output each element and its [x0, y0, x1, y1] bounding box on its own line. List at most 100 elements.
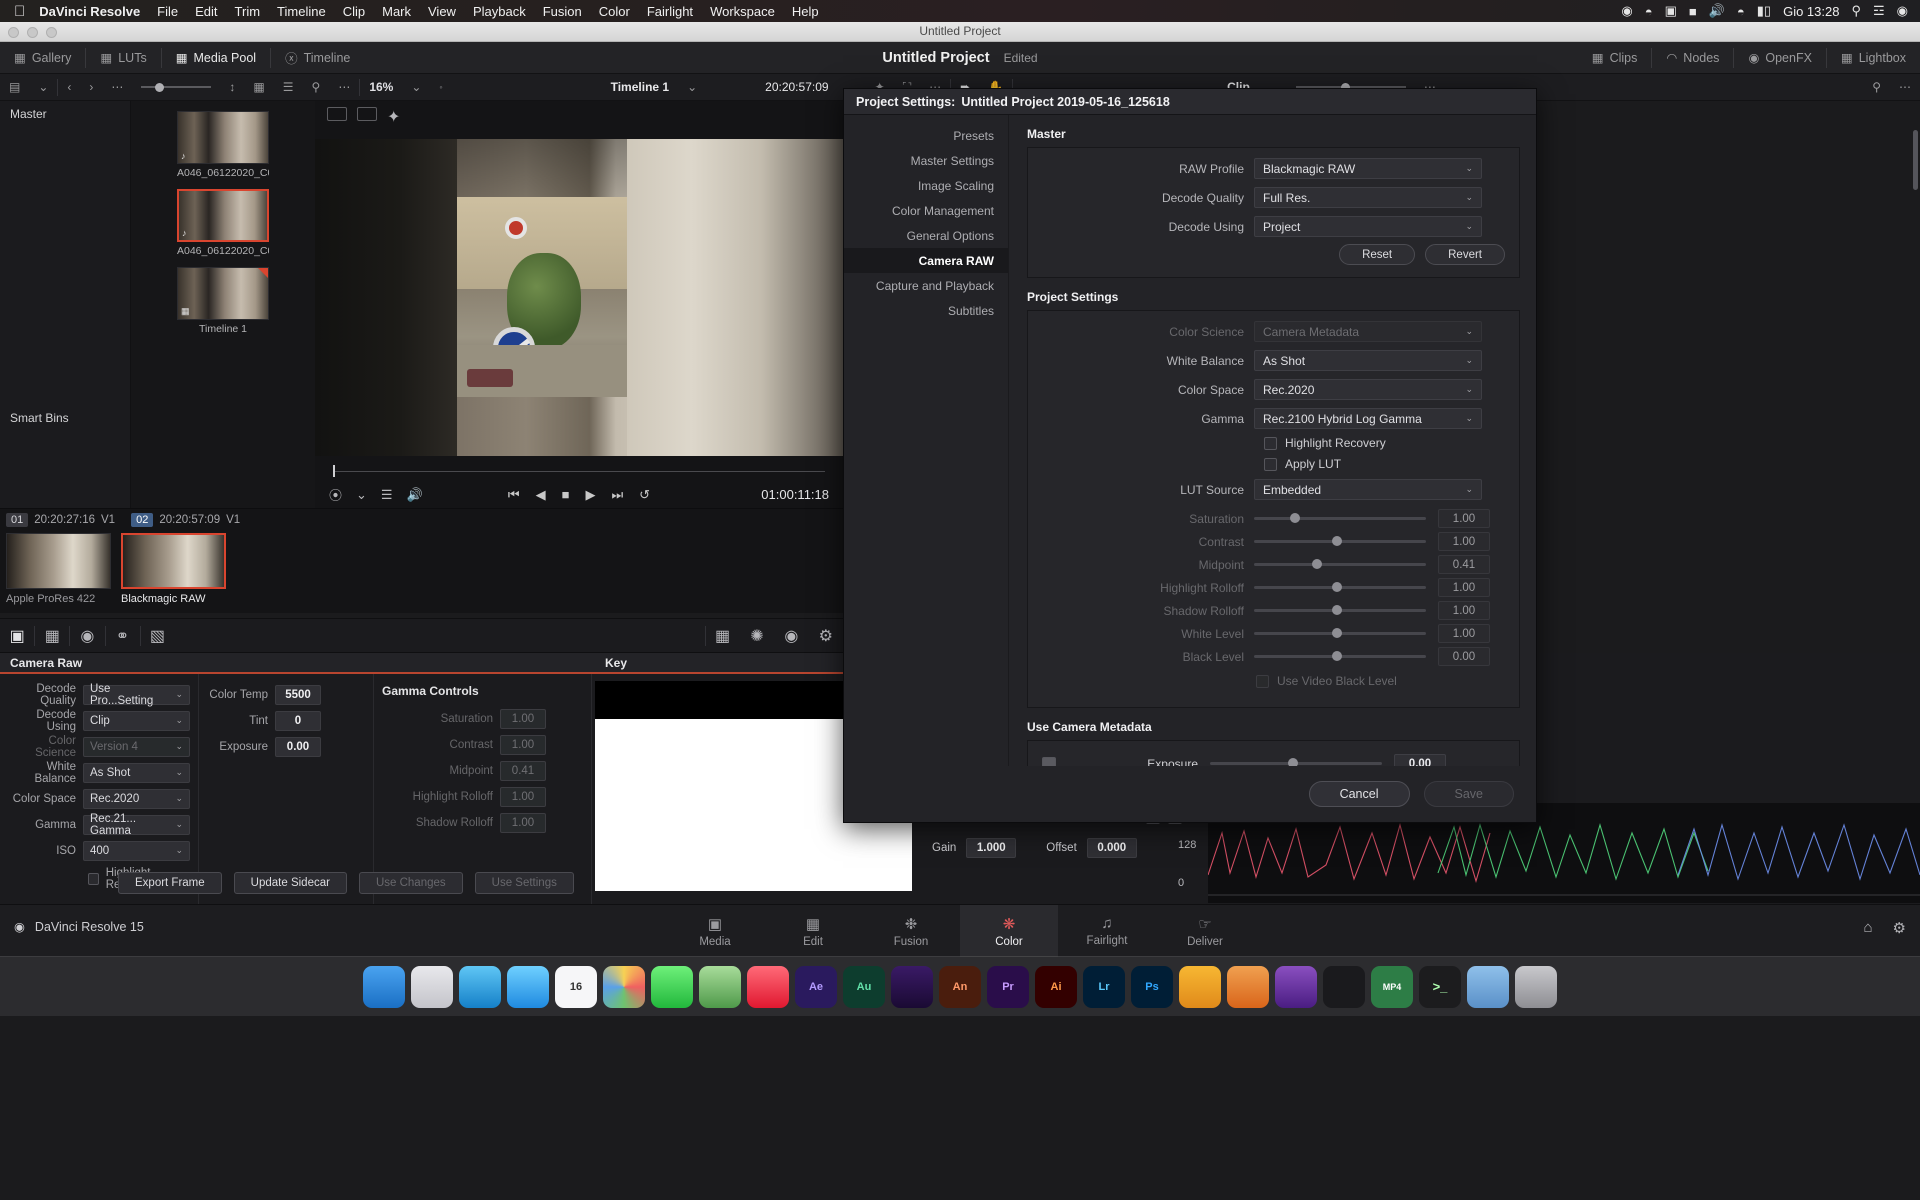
timeline-clip[interactable]: Apple ProRes 422	[6, 533, 111, 605]
maps-icon[interactable]	[699, 965, 741, 1008]
node-editor-icon[interactable]: ▦	[705, 619, 739, 652]
stack-icon[interactable]: ☰	[381, 487, 393, 503]
bypass-chevron-down-icon[interactable]	[356, 487, 367, 503]
master-bin-item[interactable]: Master	[0, 101, 130, 127]
exposure-value[interactable]: 0.00	[1394, 754, 1446, 766]
toolbar-openfx-button[interactable]: ◉ OpenFX	[1734, 42, 1825, 73]
nav-item-subtitles[interactable]: Subtitles	[844, 298, 1008, 323]
after-effects-icon[interactable]: Ae	[795, 965, 837, 1008]
menu-mark[interactable]: Mark	[382, 4, 411, 19]
media-clip-item[interactable]: ♪ A046_06122020_C00...	[177, 111, 269, 179]
menu-color[interactable]: Color	[599, 4, 630, 19]
menu-fusion[interactable]: Fusion	[543, 4, 582, 19]
cancel-button[interactable]: Cancel	[1308, 781, 1410, 807]
color-temp-field[interactable]: 5500	[275, 684, 321, 705]
apply-lut-row[interactable]: Apply LUT	[1264, 457, 1505, 471]
more-options-icon[interactable]: ⋯	[329, 74, 359, 100]
menu-edit[interactable]: Edit	[195, 4, 217, 19]
photoshop-icon[interactable]: Ps	[1131, 965, 1173, 1008]
menu-view[interactable]: View	[428, 4, 456, 19]
folder-icon[interactable]	[1467, 965, 1509, 1008]
menu-workspace[interactable]: Workspace	[710, 4, 775, 19]
exposure-checkbox[interactable]	[1042, 756, 1056, 766]
decode-using-dropdown[interactable]: Project	[1254, 216, 1482, 237]
sort-order-icon[interactable]: ↕	[220, 74, 244, 100]
resolve-dock-icon[interactable]	[1323, 965, 1365, 1008]
panel-layout-icon[interactable]: ▤	[0, 74, 29, 100]
viewer-scrubber[interactable]	[333, 465, 825, 477]
menu-file[interactable]: File	[157, 4, 178, 19]
tint-field[interactable]: 0	[275, 710, 321, 731]
page-color[interactable]: ❋ Color	[960, 905, 1058, 957]
toolbar-luts-button[interactable]: ▦ LUTs	[86, 42, 160, 73]
decode-quality-dropdown[interactable]: Full Res.	[1254, 187, 1482, 208]
jump-end-icon[interactable]: ⏭	[611, 487, 623, 503]
fcp-icon[interactable]	[891, 965, 933, 1008]
apply-lut-checkbox[interactable]	[1264, 457, 1277, 471]
white-balance-dropdown[interactable]: As Shot	[1254, 350, 1482, 371]
update-sidecar-button[interactable]: Update Sidecar	[233, 872, 347, 894]
terminal-icon[interactable]: >_	[1419, 965, 1461, 1008]
toolbar-media-pool-button[interactable]: ▦ Media Pool	[162, 42, 270, 73]
dropbox-icon[interactable]: ◉	[1621, 3, 1632, 19]
illustrator-icon[interactable]: Ai	[1035, 965, 1077, 1008]
nav-item-capture-and-playback[interactable]: Capture and Playback	[844, 273, 1008, 298]
settings-gear-icon[interactable]: ⚙	[809, 619, 843, 652]
volume-icon[interactable]: 🔊	[1709, 3, 1725, 19]
media-clip-item[interactable]: ♪ A046_06122020_C00...	[177, 189, 269, 257]
highlight-recovery-row[interactable]: Highlight Recovery	[1264, 436, 1505, 450]
toolbar-lightbox-button[interactable]: ▦ Lightbox	[1827, 42, 1920, 73]
audition-icon[interactable]: Au	[843, 965, 885, 1008]
premiere-icon[interactable]: Pr	[987, 965, 1029, 1008]
launchpad-icon[interactable]	[411, 965, 453, 1008]
thumbnail-size-slider[interactable]	[132, 74, 220, 100]
search-icon[interactable]: ⚲	[1863, 74, 1890, 100]
export-frame-button[interactable]: Export Frame	[118, 872, 222, 894]
raw-profile-dropdown[interactable]: Blackmagic RAW	[1254, 158, 1482, 179]
nav-item-camera-raw[interactable]: Camera RAW	[844, 248, 1008, 273]
nav-item-image-scaling[interactable]: Image Scaling	[844, 173, 1008, 198]
animate-icon[interactable]: An	[939, 965, 981, 1008]
camera-raw-icon[interactable]: ▣	[0, 619, 34, 652]
stop-icon[interactable]: ■	[562, 487, 570, 502]
sizing-icon[interactable]: ▧	[140, 619, 174, 652]
blur-icon[interactable]: ▦	[35, 619, 69, 652]
page-deliver[interactable]: ☞ Deliver	[1156, 905, 1254, 957]
list-view-icon[interactable]: ☰	[274, 74, 303, 100]
nav-item-color-management[interactable]: Color Management	[844, 198, 1008, 223]
bluetooth-icon[interactable]: ◓	[1645, 4, 1653, 19]
page-fairlight[interactable]: ♫ Fairlight	[1058, 905, 1156, 957]
color-space-dropdown[interactable]: Rec.2020	[1254, 379, 1482, 400]
vlc-icon[interactable]	[1227, 965, 1269, 1008]
toolbar-gallery-button[interactable]: ▦ Gallery	[0, 42, 85, 73]
flag-icon[interactable]: ▮▯	[1757, 3, 1771, 19]
menu-app-name[interactable]: DaVinci Resolve	[39, 4, 140, 19]
menu-help[interactable]: Help	[792, 4, 819, 19]
battery-icon[interactable]: ■	[1689, 4, 1697, 19]
smart-bins-item[interactable]: Smart Bins	[0, 411, 79, 425]
loop-icon[interactable]: ↺	[639, 487, 650, 503]
timeline-selector[interactable]: Timeline 1	[602, 74, 678, 100]
eyedropper-icon[interactable]: ✺	[740, 619, 774, 652]
menu-timeline[interactable]: Timeline	[277, 4, 326, 19]
decode-using-dropdown[interactable]: Clip	[83, 710, 190, 731]
control-center-icon[interactable]: ☲	[1873, 3, 1885, 19]
play-icon[interactable]: ▶	[585, 487, 595, 503]
zoom-chevron-down-icon[interactable]	[402, 74, 430, 100]
offset-field[interactable]: 0.000	[1086, 838, 1137, 858]
toolbar-timeline-button[interactable]: ⓧ Timeline	[271, 42, 364, 73]
decode-quality-dropdown[interactable]: Use Pro...Setting	[83, 683, 190, 707]
white-balance-dropdown[interactable]: As Shot	[83, 762, 190, 783]
revert-button[interactable]: Revert	[1425, 244, 1505, 265]
media-timeline-item[interactable]: ▦ Timeline 1	[177, 267, 269, 335]
gain-field[interactable]: 1.000	[966, 838, 1017, 858]
viewer-image[interactable]	[315, 139, 843, 456]
jump-start-icon[interactable]: ⏮	[508, 487, 520, 503]
safari-icon[interactable]	[459, 965, 501, 1008]
enhance-icon[interactable]: ✦	[387, 107, 407, 126]
calendar-icon[interactable]: 16	[555, 965, 597, 1008]
nav-item-master-settings[interactable]: Master Settings	[844, 148, 1008, 173]
timeline-clip[interactable]: Blackmagic RAW	[121, 533, 226, 605]
menu-fairlight[interactable]: Fairlight	[647, 4, 693, 19]
audio-icon[interactable]: 🔊	[407, 487, 423, 503]
